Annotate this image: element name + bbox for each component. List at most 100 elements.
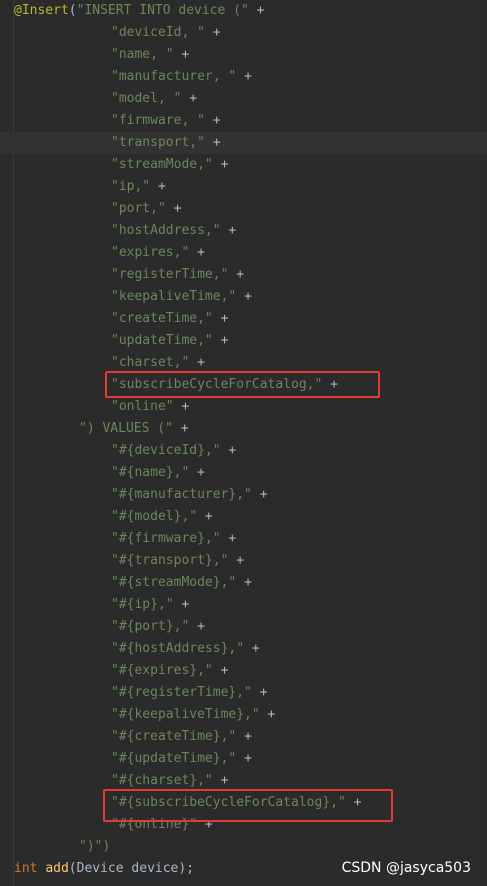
plus-operator: + [244,289,252,304]
value-string: "#{hostAddress}," [111,641,245,656]
code-line-column: "keepaliveTime," + [111,286,252,308]
code-line-value: "#{createTime}," + [111,726,252,748]
column-string: "name, " [111,47,174,62]
plus-operator: + [197,619,205,634]
value-string: "#{model}," [111,509,198,524]
plus-operator: + [181,399,190,414]
value-string: "#{keepaliveTime}," [111,707,260,722]
column-string: "manufacturer, " [111,69,237,84]
plus-operator: + [220,157,229,172]
plus-operator: + [236,553,245,568]
column-string: "expires," [111,245,190,260]
code-line-column: "streamMode," + [111,154,228,176]
code-line-column: "expires," + [111,242,205,264]
annotation-insert: @Insert [14,3,69,18]
code-line-column: "updateTime," + [111,330,228,352]
code-line-value: "#{updateTime}," + [111,748,252,770]
value-string: "#{port}," [111,619,190,634]
value-string: "#{ip}," [111,597,174,612]
code-line-method: int add(Device device); [14,858,194,880]
column-string: "deviceId, " [111,25,205,40]
plus-operator: + [267,707,276,722]
value-string: "#{updateTime}," [111,751,237,766]
plus-operator: + [244,575,252,590]
watermark: CSDN @jasyca503 [341,860,471,876]
plus-operator: + [197,245,205,260]
plus-operator: + [157,179,166,194]
value-string: "#{expires}," [111,663,213,678]
code-line-value: "#{ip}," + [111,594,189,616]
code-line-value: "#{registerTime}," + [111,682,268,704]
method-name: add [45,861,69,876]
plus-operator: + [244,751,252,766]
code-line-values: ") VALUES (" + [79,418,189,440]
code-line-column: "port," + [111,198,181,220]
column-string: "createTime," [111,311,213,326]
value-string: "#{streamMode}," [111,575,237,590]
code-line-column: "deviceId, " + [111,22,221,44]
plus-operator: + [220,311,229,326]
code-line-close: ")") [79,836,110,858]
plus-operator: + [220,773,229,788]
sql-insert-into: "INSERT INTO device (" [76,3,249,18]
code-line-value: "#{firmware}," + [111,528,236,550]
value-string: "#{name}," [111,465,190,480]
value-string: "#{firmware}," [111,531,221,546]
code-line-column: "registerTime," + [111,264,244,286]
plus-operator: + [236,267,245,282]
value-string: "#{manufacturer}," [111,487,252,502]
plus-operator: + [244,69,252,84]
column-string: "keepaliveTime," [111,289,237,304]
column-string: "online" [111,399,174,414]
plus-operator: + [220,663,229,678]
value-string: "#{deviceId}," [111,443,221,458]
code-line-column: "firmware, " + [111,110,221,132]
plus-operator: + [251,641,260,656]
code-line-value: "#{transport}," + [111,550,244,572]
highlight-box-column [105,371,380,398]
value-string: "#{registerTime}," [111,685,252,700]
plus-operator: + [259,685,268,700]
code-line-column: "createTime," + [111,308,228,330]
plus-operator: + [180,421,189,436]
method-params: (Device device); [68,861,195,876]
code-line-column: "name, " + [111,44,189,66]
value-string: "#{transport}," [111,553,229,568]
column-string: "hostAddress," [111,223,221,238]
column-string: "registerTime," [111,267,229,282]
code-line-value: "#{manufacturer}," + [111,484,268,506]
code-line-value: "#{model}," + [111,506,213,528]
code-line-value: "#{keepaliveTime}," + [111,704,275,726]
plus-operator: + [228,223,237,238]
keyword-int: int [14,861,38,876]
code-line-value: "#{port}," + [111,616,205,638]
plus-operator: + [181,47,190,62]
plus-operator: + [189,91,198,106]
column-string: "firmware, " [111,113,205,128]
column-string: "transport," [111,135,205,150]
code-line-insert: @Insert("INSERT INTO device (" + [14,0,264,22]
column-string: "streamMode," [111,157,213,172]
plus-operator: + [212,113,221,128]
code-line-column: "hostAddress," + [111,220,236,242]
plus-operator: + [181,597,190,612]
plus-operator: + [244,729,252,744]
code-line-value: "#{deviceId}," + [111,440,236,462]
column-string: "ip," [111,179,151,194]
value-string: "#{charset}," [111,773,213,788]
code-line-column-current: "transport," + [0,132,487,154]
plus-operator: + [220,333,229,348]
sql-values-clause: ") VALUES (" [79,421,173,436]
code-line-value: "#{expires}," + [111,660,228,682]
plus-operator: + [212,135,221,150]
value-string: "#{createTime}," [111,729,237,744]
code-line-column: "online" + [111,396,189,418]
code-line-value: "#{name}," + [111,462,205,484]
plus-operator: + [204,509,213,524]
open-paren: ( [68,3,77,18]
code-editor[interactable]: @Insert("INSERT INTO device (" + "device… [0,0,487,886]
column-string: "charset," [111,355,190,370]
column-string: "port," [111,201,166,216]
plus-operator: + [228,531,237,546]
plus-operator: + [212,25,221,40]
